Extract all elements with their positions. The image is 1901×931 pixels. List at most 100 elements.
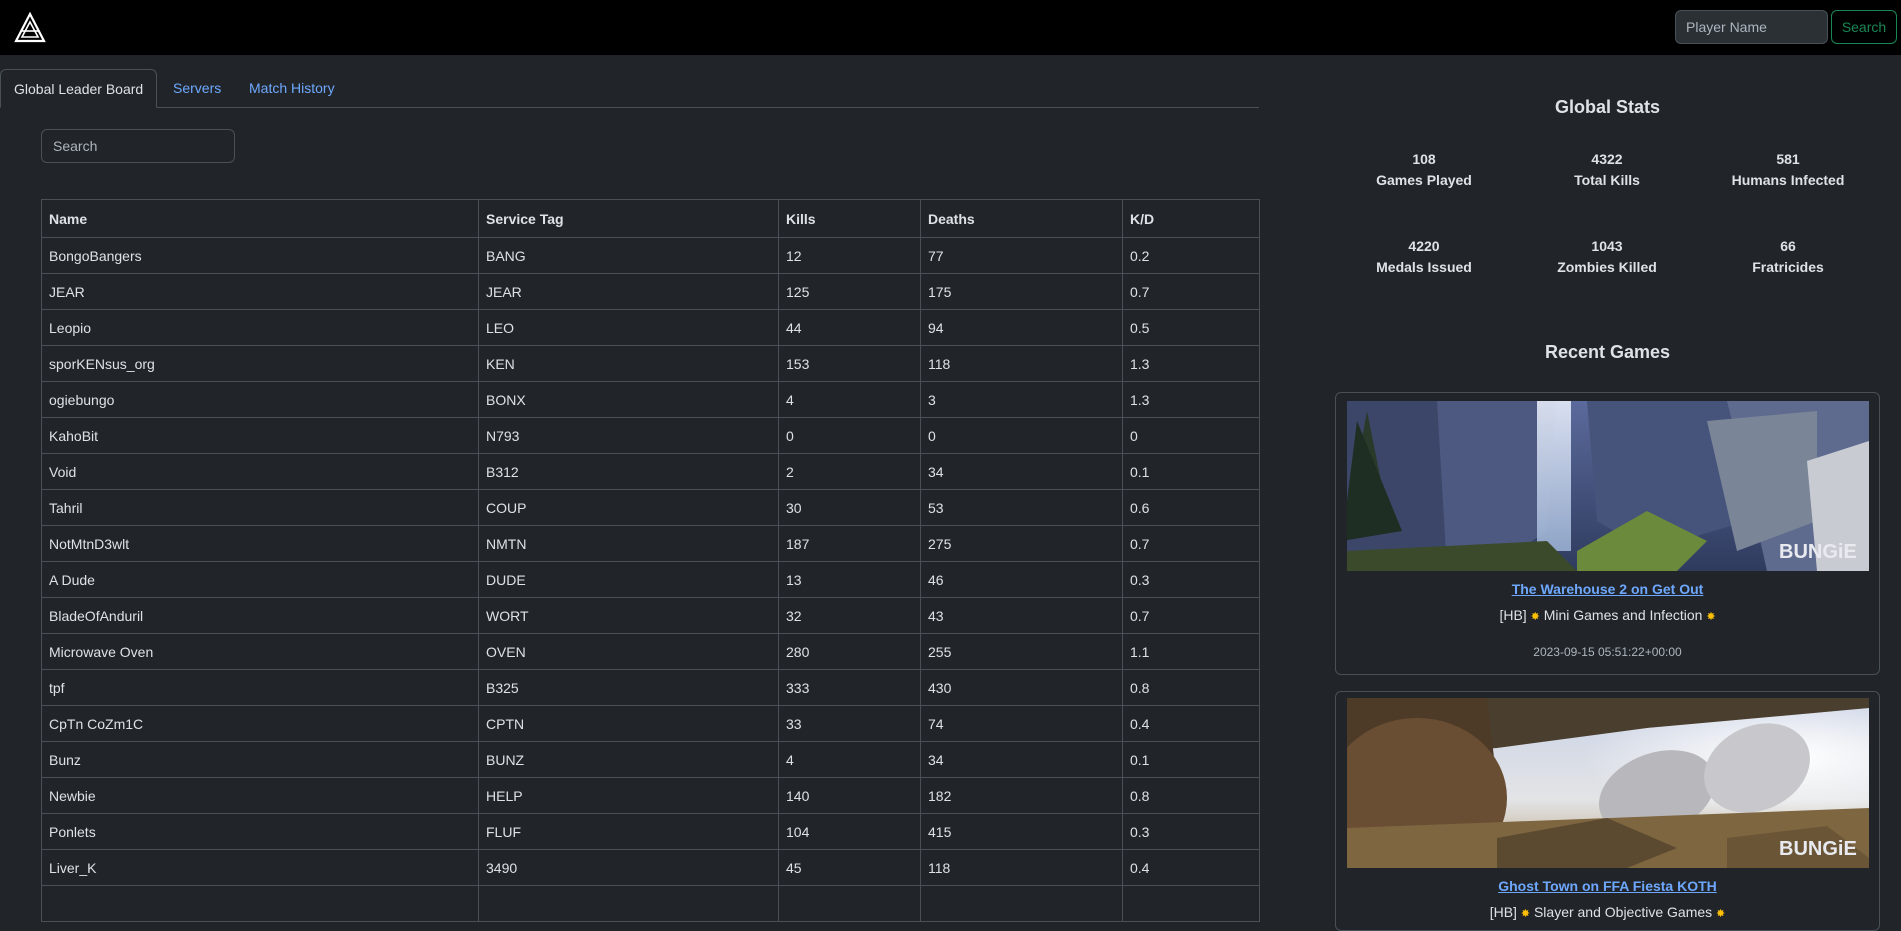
cell-name: Ponlets <box>41 813 479 850</box>
cell-kd: 1.1 <box>1122 633 1260 670</box>
cell-kd: 0.1 <box>1122 453 1260 490</box>
map-thumbnail[interactable]: BUNGiE <box>1347 401 1869 571</box>
bungie-watermark: BUNGiE <box>1779 541 1857 563</box>
column-header-kills[interactable]: Kills <box>778 199 921 238</box>
cell-deaths: 182 <box>920 777 1123 814</box>
cell-kills: 153 <box>778 345 921 382</box>
table-row[interactable]: ogiebungo BONX 4 3 1.3 <box>41 381 1260 418</box>
table-row[interactable]: Microwave Oven OVEN 280 255 1.1 <box>41 633 1260 670</box>
table-row[interactable]: KahoBit N793 0 0 0 <box>41 417 1260 454</box>
cell-deaths: 74 <box>920 705 1123 742</box>
column-header-service-tag[interactable]: Service Tag <box>478 199 779 238</box>
table-row[interactable]: BongoBangers BANG 12 77 0.2 <box>41 237 1260 274</box>
game-map-link[interactable]: Ghost Town on FFA Fiesta KOTH <box>1336 878 1879 894</box>
table-row[interactable]: Tahril COUP 30 53 0.6 <box>41 489 1260 526</box>
column-header-deaths[interactable]: Deaths <box>920 199 1123 238</box>
cell-service-tag: OVEN <box>478 633 779 670</box>
cell-kills: 333 <box>778 669 921 706</box>
cell-deaths: 77 <box>920 237 1123 274</box>
cell-deaths: 118 <box>920 849 1123 886</box>
leaderboard-search-input[interactable] <box>41 129 235 163</box>
cell-deaths: 430 <box>920 669 1123 706</box>
tab-match-history[interactable]: Match History <box>236 69 348 107</box>
cell-deaths: 255 <box>920 633 1123 670</box>
stat-value: 4322 <box>1591 151 1623 167</box>
cell-deaths: 118 <box>920 345 1123 382</box>
cell-kills: 4 <box>778 381 921 418</box>
table-row[interactable]: Newbie HELP 140 182 0.8 <box>41 777 1260 814</box>
cell-service-tag: COUP <box>478 489 779 526</box>
stat-label: Humans Infected <box>1731 172 1845 188</box>
server-name-text: Slayer and Objective Games <box>1533 904 1713 920</box>
table-row[interactable]: BladeOfAnduril WORT 32 43 0.7 <box>41 597 1260 634</box>
cell-name <box>41 885 479 922</box>
table-row[interactable]: A Dude DUDE 13 46 0.3 <box>41 561 1260 598</box>
stat-fratricides: 66 Fratricides <box>1698 236 1878 278</box>
cell-kills: 2 <box>778 453 921 490</box>
cell-name: Void <box>41 453 479 490</box>
player-search-button[interactable]: Search <box>1831 10 1897 44</box>
cell-kills <box>778 885 921 922</box>
table-row[interactable]: tpf B325 333 430 0.8 <box>41 669 1260 706</box>
cell-deaths: 34 <box>920 453 1123 490</box>
stat-medals-issued: 4220 Medals Issued <box>1334 236 1514 278</box>
cell-kills: 33 <box>778 705 921 742</box>
cell-kills: 30 <box>778 489 921 526</box>
recent-game-card: BUNGiE The Warehouse 2 on Get Out [HB] ✸… <box>1335 392 1880 675</box>
table-row[interactable]: Leopio LEO 44 94 0.5 <box>41 309 1260 346</box>
cell-kd: 1.3 <box>1122 381 1260 418</box>
cell-service-tag: WORT <box>478 597 779 634</box>
cell-name: Microwave Oven <box>41 633 479 670</box>
tab-servers[interactable]: Servers <box>160 69 234 107</box>
table-row[interactable]: CpTn CoZm1C CPTN 33 74 0.4 <box>41 705 1260 742</box>
cell-service-tag: CPTN <box>478 705 779 742</box>
bungie-watermark: BUNGiE <box>1779 838 1857 860</box>
table-row[interactable]: JEAR JEAR 125 175 0.7 <box>41 273 1260 310</box>
table-row[interactable]: Bunz BUNZ 4 34 0.1 <box>41 741 1260 778</box>
column-header-kd[interactable]: K/D <box>1122 199 1260 238</box>
server-prefix: [HB] <box>1499 607 1527 623</box>
halo-triangle-logo-icon[interactable] <box>14 12 46 44</box>
star-icon: ✸ <box>1530 611 1540 623</box>
cell-service-tag: NMTN <box>478 525 779 562</box>
cell-service-tag: 3490 <box>478 849 779 886</box>
player-name-input[interactable] <box>1675 10 1828 44</box>
cell-kills: 125 <box>778 273 921 310</box>
stat-value: 4220 <box>1408 238 1440 254</box>
map-image: BUNGiE <box>1347 698 1869 868</box>
cell-deaths: 3 <box>920 381 1123 418</box>
stat-label: Fratricides <box>1752 259 1824 275</box>
table-row[interactable]: Void B312 2 34 0.1 <box>41 453 1260 490</box>
cell-name: sporKENsus_org <box>41 345 479 382</box>
cell-kd: 0.7 <box>1122 273 1260 310</box>
cell-kd: 0.8 <box>1122 669 1260 706</box>
table-row[interactable]: NotMtnD3wlt NMTN 187 275 0.7 <box>41 525 1260 562</box>
game-map-link[interactable]: The Warehouse 2 on Get Out <box>1336 581 1879 597</box>
map-thumbnail[interactable]: BUNGiE <box>1347 698 1869 868</box>
cell-service-tag: BUNZ <box>478 741 779 778</box>
table-row[interactable] <box>41 885 1260 922</box>
star-icon: ✸ <box>1706 611 1716 623</box>
table-row[interactable]: sporKENsus_org KEN 153 118 1.3 <box>41 345 1260 382</box>
cell-deaths <box>920 885 1123 922</box>
cell-name: tpf <box>41 669 479 706</box>
column-header-name[interactable]: Name <box>41 199 479 238</box>
leaderboard-table: Name Service Tag Kills Deaths K/D BongoB… <box>41 199 1260 922</box>
cell-kills: 187 <box>778 525 921 562</box>
stat-value: 66 <box>1780 238 1796 254</box>
table-row[interactable]: Liver_K 3490 45 118 0.4 <box>41 849 1260 886</box>
cell-deaths: 0 <box>920 417 1123 454</box>
cell-kd: 0.6 <box>1122 489 1260 526</box>
cell-kills: 4 <box>778 741 921 778</box>
cell-service-tag: KEN <box>478 345 779 382</box>
tab-global-leader-board[interactable]: Global Leader Board <box>0 69 158 108</box>
table-row[interactable]: Ponlets FLUF 104 415 0.3 <box>41 813 1260 850</box>
star-icon: ✸ <box>1520 908 1531 920</box>
cell-kills: 45 <box>778 849 921 886</box>
cell-deaths: 175 <box>920 273 1123 310</box>
cell-kills: 12 <box>778 237 921 274</box>
cell-kills: 13 <box>778 561 921 598</box>
cell-service-tag <box>478 885 779 922</box>
cell-kills: 140 <box>778 777 921 814</box>
top-navbar: Search <box>0 0 1901 55</box>
